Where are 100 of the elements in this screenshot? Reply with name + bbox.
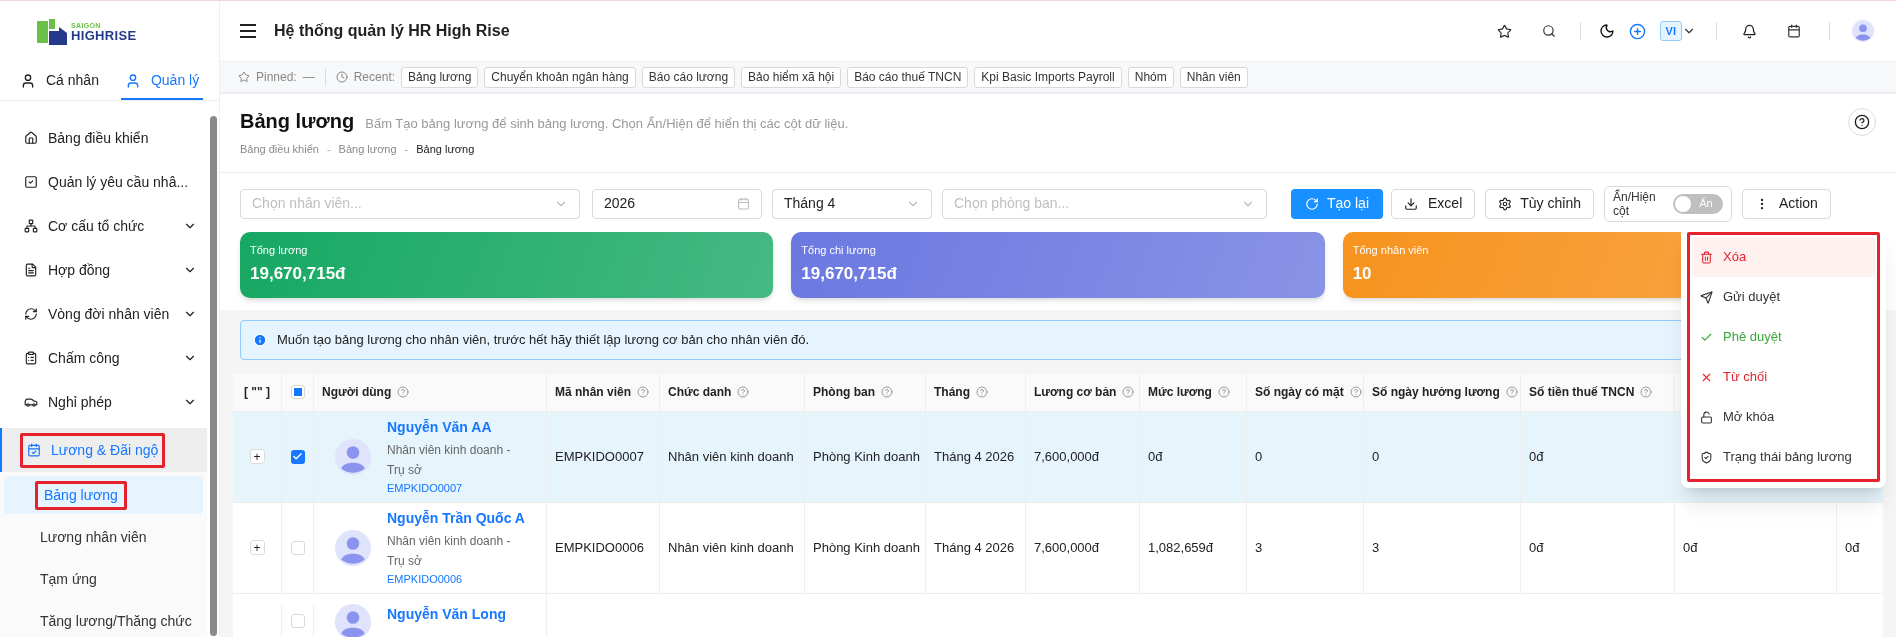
unlock-icon (1700, 410, 1713, 424)
sidebar-item[interactable]: Hợp đồng (0, 248, 207, 292)
expand-button[interactable]: + (249, 449, 265, 464)
table-cell-text: 0 (1372, 447, 1380, 466)
sidebar-item[interactable]: Lương & Đãi ngộ (0, 428, 207, 472)
stat-label: Tổng lương (250, 242, 308, 258)
moon-icon[interactable] (1598, 23, 1615, 39)
column-header: Số ngày hưởng lương (1372, 384, 1500, 401)
user-icon (20, 72, 36, 89)
column-header: Tháng (934, 384, 970, 401)
help-icon[interactable] (737, 386, 750, 398)
table-cell-text: 3 (1255, 538, 1263, 557)
table-cell-text: Phòng Kinh doanh (813, 447, 920, 466)
menu-item[interactable]: Xóa (1692, 237, 1875, 277)
star-icon[interactable] (1496, 23, 1512, 39)
employee-name[interactable]: Nguyễn Văn AA (387, 416, 527, 438)
recent-chip[interactable]: Kpi Basic Imports Payroll (974, 66, 1122, 88)
breadcrumb-link[interactable]: Bảng điều khiển (240, 141, 319, 158)
action-button[interactable]: Action (1741, 188, 1831, 219)
recent-chip[interactable]: Báo cáo lương (641, 66, 736, 88)
scrollbar[interactable] (210, 116, 217, 636)
table-cell-text: Tháng 4 2026 (934, 447, 1015, 466)
help-icon[interactable] (1640, 386, 1653, 398)
table-row[interactable]: + Nguyễn Trần Quốc A Nhân viên kinh doanh - Trụ sở EMPKIDO0006 EMPKIDO0006 Nhân viên kinh doanh Phòng Kinh doanh Tháng 4 2026 7,600,000đ 1,082,659đ 3 3 0đ 0đ 0đ (233, 502, 1883, 594)
sidebar-subitem[interactable]: Lương nhân viên (0, 518, 207, 556)
sidebar-item-label: Nghỉ phép (48, 392, 112, 412)
download-icon (1404, 196, 1419, 211)
table-cell-text: 0đ (1529, 447, 1544, 466)
alert-text: Muốn tạo bảng lương cho nhân viên, trước hết hãy thiết lập lương cơ bản cho nhân viên đó. (277, 330, 810, 349)
breadcrumb-separator: - (404, 142, 409, 157)
recent-chip[interactable]: Bảng lương (401, 66, 479, 88)
app-title: Hệ thống quản lý HR High Rise (274, 21, 511, 41)
help-icon[interactable] (1505, 386, 1518, 398)
shield-icon (1700, 450, 1713, 464)
expand-button[interactable]: + (249, 540, 265, 555)
table-cell-text: 7,600,000đ (1034, 447, 1100, 466)
pinned-label: Pinned: (256, 69, 297, 86)
column-header: [ "" ] (243, 384, 270, 401)
page-hint: Bấm Tạo bảng lương để sinh bảng lương. Chọn Ẩn/Hiện để hiển thị các cột dữ liệu. (365, 115, 849, 133)
help-icon[interactable] (637, 386, 649, 398)
table-cell-text: Nhân viên kinh doanh (668, 538, 794, 557)
hierarchy-icon (24, 219, 38, 233)
employee-code: EMPKIDO0006 (387, 571, 464, 587)
table-cell-text: 0đ (1529, 538, 1544, 557)
help-icon[interactable] (397, 386, 410, 398)
select-all-checkbox[interactable] (290, 385, 305, 399)
help-icon[interactable] (881, 386, 893, 398)
bell-icon[interactable] (1742, 23, 1757, 39)
menu-item[interactable]: Từ chối (1692, 357, 1875, 397)
table-cell-text: 0đ (1148, 447, 1163, 466)
excel-button[interactable]: Excel (1391, 188, 1476, 219)
row-checkbox[interactable] (290, 613, 305, 628)
table-cell-text: EMPKIDO0007 (555, 447, 644, 466)
sidebar-tab[interactable]: Cá nhân (16, 63, 103, 100)
recent-chip[interactable]: Báo cáo thuế TNCN (847, 66, 969, 88)
help-icon (1854, 114, 1870, 130)
sidebar-item[interactable]: Vòng đời nhân viên (0, 292, 207, 336)
sidebar-subitem[interactable]: Tăng lương/Thăng chức (0, 602, 207, 637)
customize-button[interactable]: Tùy chỉnh (1485, 188, 1594, 219)
help-icon[interactable] (1122, 386, 1135, 398)
calendar-icon[interactable] (1787, 24, 1801, 38)
menu-item-label: Mở khóa (1723, 408, 1775, 427)
recent-chip[interactable]: Nhân viên (1179, 66, 1248, 88)
search-icon[interactable] (1541, 24, 1556, 38)
sidebar-subitem[interactable]: Tạm ứng (0, 560, 207, 598)
trash-icon (1700, 250, 1713, 264)
recent-chip[interactable]: Bảo hiểm xã hội (741, 66, 842, 88)
column-header: Mức lương (1148, 384, 1212, 401)
sidebar-item-label: Quản lý yêu cầu nhâ... (48, 172, 189, 192)
help-icon[interactable] (1349, 386, 1362, 398)
sidebar-item[interactable]: Chấm công (0, 336, 207, 380)
employee-name[interactable]: Nguyễn Trần Quốc A (387, 507, 527, 529)
row-checkbox[interactable] (290, 540, 305, 555)
sidebar-item[interactable]: Bảng điều khiển (0, 116, 207, 160)
employee-name[interactable]: Nguyễn Văn Long (387, 603, 527, 625)
table-cell-text: 3 (1372, 538, 1380, 557)
menu-item[interactable]: Gửi duyệt (1692, 277, 1875, 317)
menu-icon[interactable] (240, 24, 256, 38)
sidebar-tab[interactable]: Quản lý (120, 63, 204, 100)
add-icon[interactable] (1628, 22, 1646, 40)
recent-chip[interactable]: Chuyển khoản ngân hàng (484, 66, 636, 88)
sidebar-item[interactable]: Nghỉ phép (0, 380, 207, 424)
month-select[interactable]: Tháng 4 (772, 188, 932, 219)
table-cell-text: 0đ (1845, 538, 1860, 557)
help-icon[interactable] (1217, 386, 1230, 398)
stat-value: 10 (1352, 263, 1372, 285)
employee-role: Nhân viên kinh doanh - Trụ sở (387, 441, 512, 479)
language-badge[interactable]: VI (1659, 20, 1682, 42)
sidebar-item[interactable]: Cơ cấu tổ chức (0, 204, 207, 248)
row-checkbox[interactable] (290, 449, 305, 464)
sidebar-subitem[interactable]: Bảng lương (4, 476, 203, 514)
help-icon[interactable] (976, 386, 988, 398)
refresh-icon (24, 307, 38, 321)
recent-chip[interactable]: Nhóm (1127, 66, 1174, 88)
stat-label: Tổng chi lương (801, 242, 876, 258)
year-field[interactable]: 2026 (592, 188, 762, 219)
menu-item[interactable]: Trạng thái bảng lương (1692, 437, 1875, 477)
sidebar-item[interactable]: Quản lý yêu cầu nhâ... (0, 160, 207, 204)
breadcrumb-link[interactable]: Bảng lương (338, 141, 397, 158)
user-avatar (335, 529, 371, 566)
